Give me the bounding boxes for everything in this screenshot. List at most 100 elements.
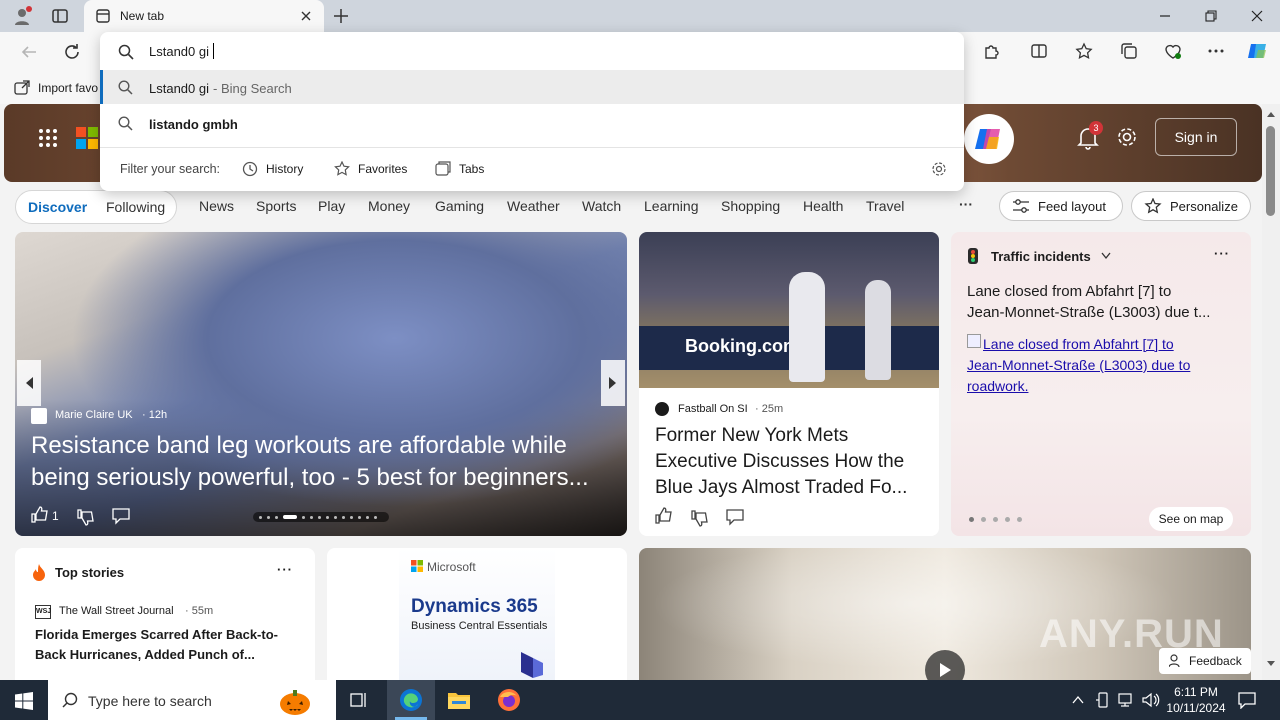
nav-item-gaming[interactable]: Gaming bbox=[435, 198, 484, 214]
nav-item-news[interactable]: News bbox=[199, 198, 234, 214]
like-icon[interactable] bbox=[31, 506, 49, 524]
top-story-headline-line1[interactable]: Florida Emerges Scarred After Back-to- bbox=[35, 627, 278, 642]
refresh-icon[interactable] bbox=[63, 43, 81, 61]
settings-gear-icon[interactable] bbox=[1116, 126, 1138, 148]
extensions-icon[interactable] bbox=[982, 42, 1000, 60]
carousel-indicator[interactable] bbox=[253, 512, 389, 522]
pumpkin-icon bbox=[278, 686, 312, 716]
dislike-icon[interactable] bbox=[77, 508, 95, 526]
top-stories-more-button[interactable]: ··· bbox=[277, 562, 293, 577]
traffic-image-link-line1[interactable]: Lane closed from Abfahrt [7] to bbox=[983, 336, 1174, 352]
traffic-title-line1[interactable]: Lane closed from Abfahrt [7] to bbox=[967, 283, 1171, 300]
hero-article-card[interactable]: Marie Claire UK · 12h Resistance band le… bbox=[15, 232, 627, 536]
traffic-header[interactable]: Traffic incidents bbox=[991, 249, 1091, 264]
scroll-thumb[interactable] bbox=[1266, 126, 1275, 216]
network-icon[interactable] bbox=[1118, 692, 1136, 708]
filter-history-button[interactable]: History bbox=[242, 159, 303, 179]
hero-headline-line2[interactable]: being seriously powerful, too - 5 best f… bbox=[31, 464, 589, 492]
chevron-down-icon[interactable] bbox=[1101, 252, 1111, 260]
video-card[interactable]: ANY.RUN Feedback bbox=[639, 548, 1251, 680]
see-on-map-button[interactable]: See on map bbox=[1149, 507, 1233, 531]
tab-actions-icon[interactable] bbox=[52, 8, 68, 24]
sports-headline-line3[interactable]: Blue Jays Almost Traded Fo... bbox=[655, 477, 907, 499]
sports-headline-line1[interactable]: Former New York Mets bbox=[655, 425, 848, 447]
traffic-more-button[interactable]: ··· bbox=[1214, 246, 1230, 261]
address-bar[interactable]: Lstand0 gi bbox=[100, 32, 964, 70]
nav-item-watch[interactable]: Watch bbox=[582, 198, 621, 214]
filter-favorites-button[interactable]: Favorites bbox=[334, 159, 407, 179]
task-view-icon[interactable] bbox=[350, 691, 368, 709]
scroll-down-icon[interactable] bbox=[1266, 660, 1276, 668]
feed-toggle: Discover Following bbox=[15, 190, 177, 224]
favorites-star-icon[interactable] bbox=[1075, 42, 1093, 60]
filter-tabs-button[interactable]: Tabs bbox=[435, 159, 484, 179]
carousel-prev-button[interactable] bbox=[17, 360, 41, 406]
search-settings-gear-icon[interactable] bbox=[931, 161, 947, 177]
sports-headline-line2[interactable]: Executive Discusses How the bbox=[655, 451, 904, 473]
nav-item-play[interactable]: Play bbox=[318, 198, 345, 214]
tab-discover[interactable]: Discover bbox=[28, 199, 87, 215]
page-scrollbar[interactable] bbox=[1262, 104, 1280, 680]
dislike-icon[interactable] bbox=[691, 509, 709, 527]
import-favorites-item[interactable]: Import favo bbox=[14, 78, 98, 98]
nav-item-weather[interactable]: Weather bbox=[507, 198, 560, 214]
firefox-icon[interactable] bbox=[497, 688, 521, 712]
device-icon[interactable] bbox=[1096, 692, 1110, 708]
play-icon bbox=[938, 662, 952, 678]
close-window-icon[interactable] bbox=[1250, 9, 1264, 23]
show-hidden-icons-icon[interactable] bbox=[1072, 695, 1084, 705]
app-launcher-icon[interactable] bbox=[38, 128, 58, 148]
scroll-up-icon[interactable] bbox=[1266, 110, 1276, 118]
suggestion-row[interactable]: listando gmbh bbox=[100, 106, 964, 140]
split-screen-icon[interactable] bbox=[1030, 42, 1048, 60]
volume-icon[interactable] bbox=[1142, 692, 1160, 708]
address-bar-dropdown: Lstand0 gi Lstand0 gi - Bing Search list… bbox=[100, 32, 964, 191]
file-explorer-icon[interactable] bbox=[447, 689, 471, 711]
feed-layout-button[interactable]: Feed layout bbox=[999, 191, 1123, 221]
carousel-next-button[interactable] bbox=[601, 360, 625, 406]
nav-item-shopping[interactable]: Shopping bbox=[721, 198, 780, 214]
minimize-icon[interactable] bbox=[1158, 9, 1172, 23]
address-input[interactable]: Lstand0 gi bbox=[149, 44, 209, 59]
search-icon bbox=[62, 692, 78, 708]
dynamics-ad-card[interactable]: Microsoft Dynamics 365 Business Central … bbox=[327, 548, 627, 680]
windows-start-icon[interactable] bbox=[15, 692, 33, 710]
traffic-pager[interactable] bbox=[969, 517, 1029, 523]
edge-taskbar-button[interactable] bbox=[387, 680, 435, 720]
back-icon[interactable] bbox=[20, 43, 38, 61]
feedback-button[interactable]: Feedback bbox=[1159, 648, 1251, 674]
personalize-button[interactable]: Personalize bbox=[1131, 191, 1251, 221]
top-story-headline-line2[interactable]: Back Hurricanes, Added Punch of... bbox=[35, 647, 255, 662]
taskbar-search-box[interactable]: Type here to search bbox=[48, 680, 336, 720]
nav-item-sports[interactable]: Sports bbox=[256, 198, 296, 214]
suggestion-row[interactable]: Lstand0 gi - Bing Search bbox=[100, 70, 964, 104]
sliders-icon bbox=[1012, 198, 1030, 214]
nav-more-button[interactable]: ··· bbox=[959, 196, 973, 212]
nav-item-learning[interactable]: Learning bbox=[644, 198, 699, 214]
browser-essentials-icon[interactable] bbox=[1164, 42, 1182, 60]
copilot-icon[interactable] bbox=[1246, 40, 1270, 62]
notification-center-icon[interactable] bbox=[1238, 691, 1256, 709]
traffic-title-line2[interactable]: Jean-Monnet-Straße (L3003) due t... bbox=[967, 304, 1210, 321]
close-tab-icon[interactable] bbox=[300, 10, 312, 22]
tab-new-tab[interactable]: New tab bbox=[84, 0, 324, 32]
nav-item-health[interactable]: Health bbox=[803, 198, 843, 214]
copilot-button[interactable] bbox=[964, 114, 1014, 164]
sports-article-card[interactable]: Booking.com Fastball On SI · 25m Former … bbox=[639, 232, 939, 536]
new-tab-button[interactable] bbox=[332, 7, 350, 25]
clock[interactable]: 6:11 PM 10/11/2024 bbox=[1160, 684, 1232, 718]
like-icon[interactable] bbox=[655, 507, 673, 525]
profile-icon[interactable] bbox=[12, 6, 32, 26]
traffic-image-link-line2[interactable]: Jean-Monnet-Straße (L3003) due to bbox=[967, 357, 1190, 373]
restore-icon[interactable] bbox=[1204, 9, 1218, 23]
collections-icon[interactable] bbox=[1120, 42, 1138, 60]
nav-item-money[interactable]: Money bbox=[368, 198, 410, 214]
nav-item-travel[interactable]: Travel bbox=[866, 198, 904, 214]
traffic-image-link-line3[interactable]: roadwork. bbox=[967, 378, 1028, 394]
sign-in-button[interactable]: Sign in bbox=[1155, 118, 1237, 156]
tab-following[interactable]: Following bbox=[106, 199, 165, 215]
more-menu-icon[interactable] bbox=[1207, 42, 1225, 60]
hero-headline-line1[interactable]: Resistance band leg workouts are afforda… bbox=[31, 432, 567, 460]
comment-icon[interactable] bbox=[726, 508, 744, 526]
comment-icon[interactable] bbox=[112, 507, 130, 525]
